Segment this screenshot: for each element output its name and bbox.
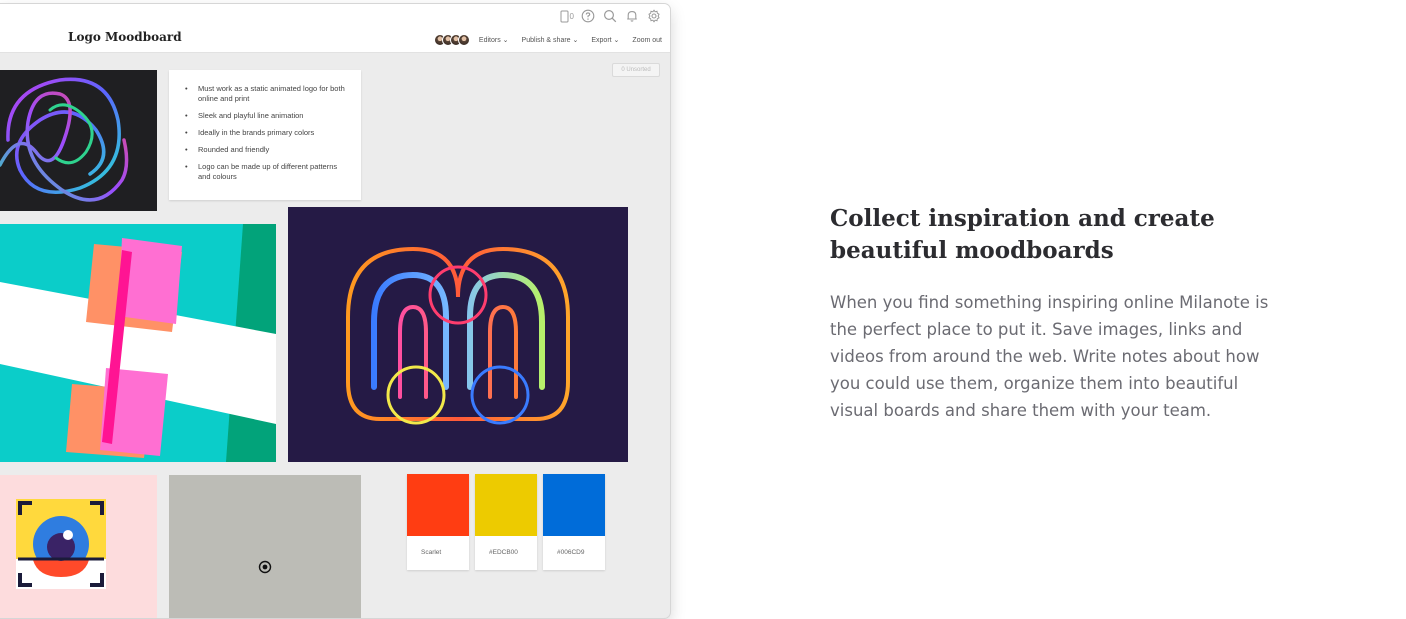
swatch-label: #EDCB00	[489, 549, 518, 556]
feature-headline: Collect inspiration and create beautiful…	[830, 205, 1215, 264]
unsorted-button[interactable]: 0 Unsorted	[612, 63, 660, 77]
publish-share-menu[interactable]: Publish & share ⌄	[522, 36, 579, 44]
app-window: Logo Moodboard 0 Editors ⌄ Publish & sha…	[0, 4, 670, 618]
eye-illustration-image[interactable]	[0, 475, 157, 618]
note-list: Must work as a static animated logo for …	[183, 84, 347, 182]
export-menu[interactable]: Export ⌄	[591, 36, 619, 44]
swirl-artwork	[0, 77, 129, 202]
top-icons: 0	[560, 8, 662, 24]
m-logo-image[interactable]	[288, 207, 628, 462]
swirl-logo-image[interactable]	[0, 70, 157, 211]
geometric-image[interactable]	[0, 224, 276, 462]
zoom-out-button[interactable]: Zoom out	[632, 37, 662, 44]
color-swatch[interactable]: #EDCB00	[475, 474, 537, 570]
swatch-chip	[543, 474, 605, 536]
phone-icon	[560, 10, 569, 22]
swatch-chip	[475, 474, 537, 536]
m-logo-artwork	[346, 246, 570, 425]
gray-placeholder-image[interactable]	[169, 475, 361, 618]
editor-avatars[interactable]	[433, 34, 470, 46]
gear-icon[interactable]	[646, 8, 662, 24]
note-item: Rounded and friendly	[183, 145, 347, 155]
board-title: Logo Moodboard	[68, 30, 182, 44]
swatch-label: Scarlet	[421, 549, 442, 556]
color-swatch[interactable]: #006CD9	[543, 474, 605, 570]
note-item: Must work as a static animated logo for …	[183, 84, 347, 104]
avatar	[457, 34, 470, 46]
swatch-chip	[407, 474, 469, 536]
device-indicator[interactable]: 0	[560, 10, 574, 23]
color-swatch[interactable]: Scarlet	[407, 474, 469, 570]
editors-menu[interactable]: Editors ⌄	[479, 36, 509, 44]
note-card[interactable]: Must work as a static animated logo for …	[169, 70, 361, 200]
top-menu: Editors ⌄ Publish & share ⌄ Export ⌄ Zoo…	[433, 34, 662, 46]
feature-description: When you find something inspiring online…	[830, 293, 1269, 420]
note-item: Ideally in the brands primary colors	[183, 128, 347, 138]
note-item: Sleek and playful line animation	[183, 111, 347, 121]
search-icon[interactable]	[602, 8, 618, 24]
geometric-artwork	[0, 224, 276, 462]
note-item: Logo can be made up of different pattern…	[183, 162, 347, 182]
eye-artwork	[0, 475, 157, 618]
device-count-label: 0	[569, 11, 574, 21]
help-icon[interactable]	[580, 8, 596, 24]
target-icon	[258, 560, 272, 574]
swatch-label: #006CD9	[557, 549, 585, 556]
top-bar: Logo Moodboard 0 Editors ⌄ Publish & sha…	[0, 4, 670, 53]
bell-icon[interactable]	[624, 8, 640, 24]
